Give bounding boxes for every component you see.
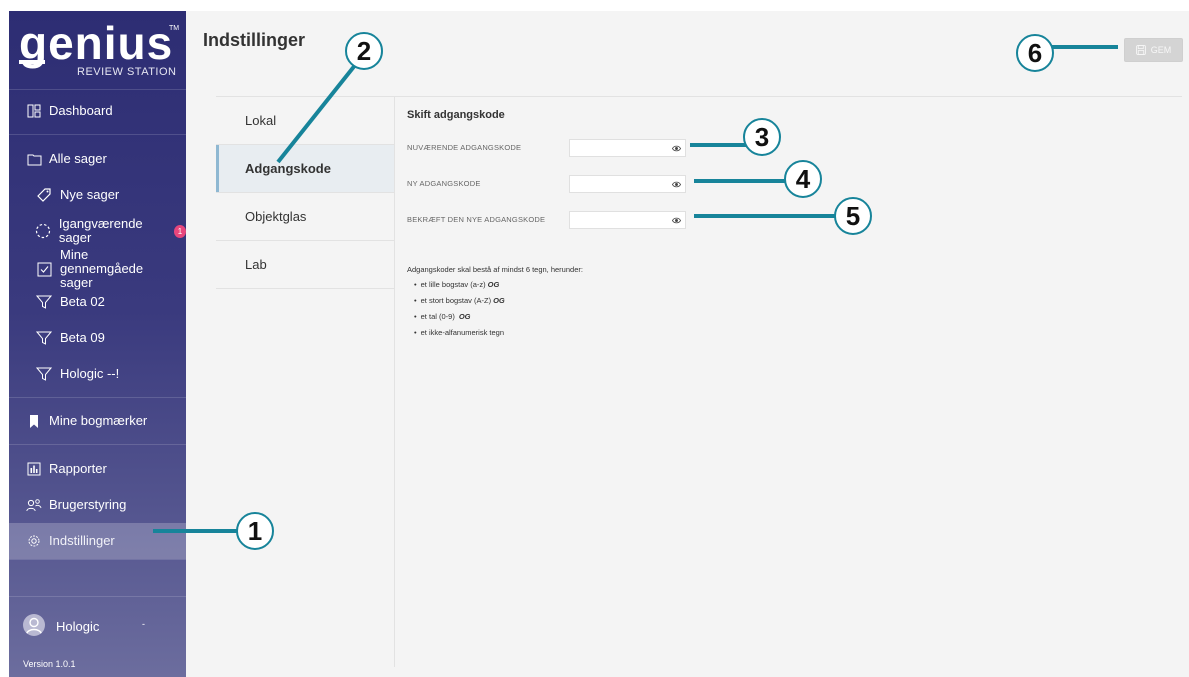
bookmark-icon	[25, 412, 43, 430]
sidebar-item-label: Indstillinger	[49, 533, 115, 548]
nav-divider	[9, 397, 186, 398]
logo-underscore	[19, 60, 45, 64]
eye-icon[interactable]	[672, 216, 681, 225]
rule-text: et tal (0-9)	[420, 312, 455, 321]
callout-5: 5	[834, 197, 872, 235]
sidebar-item-mine-bogmaerker[interactable]: Mine bogmærker	[9, 403, 186, 439]
nav-divider	[9, 134, 186, 135]
nav-divider	[9, 444, 186, 445]
eye-icon[interactable]	[672, 144, 681, 153]
password-rules-list: • et lille bogstav (a-z) OG • et stort bogs…	[414, 280, 505, 344]
eye-icon[interactable]	[672, 180, 681, 189]
list-item: • et stort bogstav (A-Z) OG	[414, 296, 505, 305]
logo-trademark: TM	[169, 25, 180, 32]
sidebar-item-igangvaerende-sager[interactable]: Igangværende sager 1	[9, 213, 186, 249]
callout-leader-line	[694, 179, 786, 183]
sidebar-item-rapporter[interactable]: Rapporter	[9, 451, 186, 487]
users-icon	[25, 496, 43, 514]
sidebar-item-hologic[interactable]: Hologic --!	[9, 356, 186, 392]
confirm-password-label: BEKRÆFT DEN NYE ADGANGSKODE	[407, 215, 546, 224]
sidebar-item-label: Mine bogmærker	[49, 413, 148, 428]
tab-lab[interactable]: Lab	[216, 241, 394, 289]
filter-icon	[35, 329, 53, 347]
dashboard-icon	[25, 102, 43, 120]
callout-leader-line	[690, 143, 746, 147]
count-badge: 1	[173, 224, 186, 238]
logo-subtitle: REVIEW STATION	[77, 66, 177, 78]
sidebar-item-brugerstyring[interactable]: Brugerstyring	[9, 487, 186, 523]
rule-og: OG	[458, 312, 471, 321]
filter-icon	[35, 293, 53, 311]
user-menu[interactable]: Hologic - Version 1.0.1	[9, 607, 186, 677]
sidebar-item-dashboard[interactable]: Dashboard	[9, 93, 186, 129]
callout-3: 3	[743, 118, 781, 156]
sidebar: genius TM REVIEW STATION Dashboard Alle …	[9, 11, 186, 677]
subnav-divider	[394, 97, 395, 667]
report-icon	[25, 460, 43, 478]
tag-icon	[35, 186, 53, 204]
callout-2: 2	[345, 32, 383, 70]
list-item: • et tal (0-9) OG	[414, 312, 471, 321]
user-dropdown-caret[interactable]: -	[142, 619, 145, 629]
tab-objektglas[interactable]: Objektglas	[216, 193, 394, 241]
sidebar-item-beta-02[interactable]: Beta 02	[9, 284, 186, 320]
callout-leader-line	[153, 529, 237, 533]
gear-icon	[25, 532, 43, 550]
filter-icon	[35, 365, 53, 383]
current-password-label: NUVÆRENDE ADGANGSKODE	[407, 143, 522, 152]
page-title: Indstillinger	[203, 30, 306, 50]
nav-divider	[9, 559, 186, 560]
sidebar-item-label: Beta 09	[60, 330, 105, 345]
callout-4: 4	[784, 160, 822, 198]
rule-og: OG	[487, 280, 500, 289]
sidebar-item-label: Dashboard	[49, 103, 113, 118]
sidebar-item-mine-gennemgaede-sager[interactable]: Mine gennemgåede sager	[9, 248, 186, 290]
nav-divider	[9, 596, 186, 597]
save-label: GEM	[1150, 45, 1172, 55]
save-button[interactable]: GEM	[1124, 38, 1183, 62]
callout-leader-line	[1052, 45, 1118, 49]
rule-text: et stort bogstav (A-Z)	[420, 296, 492, 305]
folder-icon	[25, 150, 43, 168]
version-label: Version 1.0.1	[23, 659, 76, 669]
password-rules-intro: Adgangskoder skal bestå af mindst 6 tegn…	[407, 265, 583, 274]
sidebar-item-label: Alle sager	[49, 151, 107, 166]
sidebar-item-label: Nye sager	[60, 187, 120, 202]
callout-6: 6	[1016, 34, 1054, 72]
sidebar-item-label: Beta 02	[60, 294, 105, 309]
current-password-field[interactable]	[569, 139, 686, 157]
nav-divider	[9, 89, 186, 90]
rule-text: et ikke-alfanumerisk tegn	[420, 328, 505, 337]
new-password-field[interactable]	[569, 175, 686, 193]
sidebar-item-nye-sager[interactable]: Nye sager	[9, 177, 186, 213]
callout-leader-line	[276, 62, 358, 164]
confirm-password-field[interactable]	[569, 211, 686, 229]
sidebar-item-alle-sager[interactable]: Alle sager	[9, 141, 186, 177]
list-item: • et ikke-alfanumerisk tegn	[414, 328, 505, 337]
rule-og: OG	[493, 296, 505, 305]
checkbox-icon	[35, 260, 53, 278]
user-name: Hologic	[56, 619, 100, 634]
callout-leader-line	[694, 214, 836, 218]
callout-1: 1	[236, 512, 274, 550]
sidebar-item-label: Hologic --!	[60, 366, 120, 381]
sidebar-item-label: Igangværende sager	[58, 216, 143, 245]
section-title: Skift adgangskode	[407, 109, 505, 121]
genius-logo[interactable]: genius TM REVIEW STATION	[9, 11, 186, 89]
progress-icon	[35, 222, 52, 240]
new-password-label: NY ADGANGSKODE	[407, 179, 481, 188]
list-item: • et lille bogstav (a-z) OG	[414, 280, 500, 289]
save-icon	[1135, 45, 1146, 55]
sidebar-item-beta-09[interactable]: Beta 09	[9, 320, 186, 356]
sidebar-item-label: Rapporter	[49, 461, 107, 476]
avatar	[23, 614, 45, 636]
sidebar-item-label: Brugerstyring	[49, 497, 127, 512]
rule-text: et lille bogstav (a-z)	[420, 280, 486, 289]
